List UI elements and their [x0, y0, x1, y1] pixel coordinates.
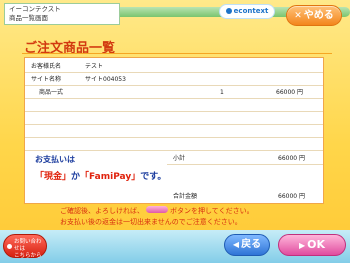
- empty-row: [25, 125, 323, 138]
- back-button[interactable]: ◀ 戻る: [224, 234, 270, 256]
- item-amount: 66000 円: [276, 89, 303, 96]
- empty-row: [25, 99, 323, 112]
- arrow-left-icon: ◀: [232, 240, 240, 249]
- empty-row: [25, 138, 323, 151]
- subtotal-row: 小計 66000 円: [167, 152, 323, 165]
- ok-button[interactable]: ▶ OK: [278, 234, 346, 256]
- notice-line-2: お支払い後の返金は一切出来ませんのでご注意ください。: [60, 218, 242, 226]
- customer-row: お客様氏名 テスト: [25, 60, 323, 73]
- cancel-button[interactable]: ✕ やめる: [286, 5, 342, 26]
- inquiry-button[interactable]: お問い合わせは こちらから: [3, 234, 47, 259]
- payment-famipay: 「FamiPay」: [80, 172, 141, 182]
- site-label: サイト名称: [31, 76, 62, 83]
- screen-name: 商品一覧画面: [9, 14, 48, 22]
- payment-methods: 「現金」か「FamiPay」です。: [35, 172, 167, 182]
- close-icon: ✕: [294, 11, 302, 21]
- confirmation-notice: ご確認後、よろしければ、 ボタンを押してください。 お支払い後の返金は一切出来ませ…: [60, 206, 254, 228]
- subtotal-label: 小計: [173, 155, 186, 162]
- bottom-bar: お問い合わせは こちらから ◀ 戻る ▶ OK: [0, 230, 350, 263]
- info-icon: [7, 244, 12, 249]
- site-row: サイト名称 サイト004053: [25, 73, 323, 86]
- customer-name: テスト: [85, 63, 104, 70]
- order-panel: お客様氏名 テスト サイト名称 サイト004053 商品一式 1 66000 円…: [24, 57, 324, 204]
- econtext-logo: econtext: [219, 4, 275, 19]
- site-name: サイト004053: [85, 76, 126, 83]
- item-quantity: 1: [220, 89, 224, 96]
- arrow-right-icon: ▶: [298, 241, 306, 250]
- top-bar: イーコンテクスト 商品一覧画面 econtext ✕ やめる: [0, 0, 350, 32]
- notice-line-1: ご確認後、よろしければ、 ボタンを押してください。: [60, 206, 254, 215]
- payment-intro: お支払いは: [35, 155, 75, 164]
- logo-icon: [225, 8, 232, 14]
- total-label: 合計金額: [173, 193, 198, 200]
- app-name: イーコンテクスト: [9, 5, 61, 13]
- item-label: 商品一式: [39, 89, 64, 96]
- subtotal-amount: 66000 円: [278, 155, 305, 162]
- ok-pill-icon: [146, 206, 168, 213]
- title-divider: [22, 53, 332, 54]
- header-info: イーコンテクスト 商品一覧画面: [4, 3, 120, 25]
- payment-note: お支払いは 「現金」か「FamiPay」です。: [35, 154, 166, 182]
- empty-row: [25, 112, 323, 125]
- payment-cash: 「現金」: [35, 172, 72, 182]
- item-row: 商品一式 1 66000 円: [25, 86, 323, 99]
- customer-label: お客様氏名: [31, 63, 62, 70]
- total-row: 合計金額 66000 円: [167, 190, 323, 203]
- total-amount: 66000 円: [278, 193, 305, 200]
